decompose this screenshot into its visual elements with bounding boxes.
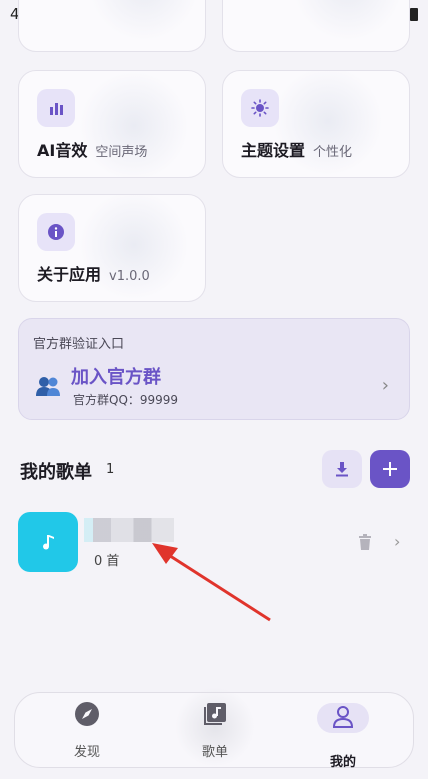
join-group-link[interactable]: 加入官方群 xyxy=(71,363,161,389)
playlist-name-redacted xyxy=(84,518,174,542)
tile-title-text: 关于应用 xyxy=(37,265,102,284)
bar-chart-icon xyxy=(37,89,75,127)
sun-icon xyxy=(241,89,279,127)
official-group-card[interactable]: 官方群验证入口 加入官方群 官方群QQ：99999 › xyxy=(18,318,410,420)
playlists-section-title: 我的歌单 xyxy=(20,462,92,483)
music-note-icon xyxy=(43,535,54,550)
card-decoration xyxy=(293,0,403,41)
tile-title-text: 主题设置 xyxy=(241,141,306,160)
card-decoration xyxy=(89,0,199,41)
music-library-icon xyxy=(204,703,226,725)
chevron-right-icon: › xyxy=(381,375,389,396)
battery-icon xyxy=(410,8,418,21)
partial-card-left[interactable] xyxy=(18,0,206,52)
nav-tab-playlists[interactable]: 歌单 xyxy=(165,693,265,769)
tile-subtitle: 个性化 xyxy=(313,145,353,160)
group-card-title: 官方群验证入口 xyxy=(33,337,125,352)
compass-icon xyxy=(75,702,99,726)
delete-playlist-button[interactable] xyxy=(358,534,372,554)
tile-title: 主题设置 个性化 xyxy=(241,137,352,161)
download-button[interactable] xyxy=(322,450,362,488)
tile-title-text: AI音效 xyxy=(37,141,88,160)
playlists-count: 1 xyxy=(106,462,115,477)
download-icon xyxy=(336,462,348,477)
tile-ai-sound[interactable]: AI音效 空间声场 xyxy=(18,70,206,178)
partial-card-right[interactable] xyxy=(222,0,410,52)
group-icon xyxy=(35,375,61,401)
plus-icon xyxy=(383,462,397,476)
card-decoration xyxy=(79,71,189,177)
tile-about-app[interactable]: 关于应用 v1.0.0 xyxy=(18,194,206,302)
info-icon xyxy=(37,213,75,251)
annotation-arrow xyxy=(152,543,271,622)
trash-icon xyxy=(359,534,371,550)
nav-label: 发现 xyxy=(73,745,100,760)
nav-label: 我的 xyxy=(329,755,356,770)
tile-theme-settings[interactable]: 主题设置 个性化 xyxy=(222,70,410,178)
add-playlist-button[interactable] xyxy=(370,450,410,488)
chevron-right-icon: › xyxy=(394,532,401,551)
tile-subtitle: 空间声场 xyxy=(95,145,148,160)
playlist-cover xyxy=(18,512,78,572)
bottom-navigation: 发现 歌单 我的 xyxy=(14,687,414,770)
playlist-song-count: 0 首 xyxy=(94,554,120,569)
tile-subtitle: v1.0.0 xyxy=(109,269,150,284)
nav-tab-mine[interactable]: 我的 xyxy=(293,693,393,770)
person-icon xyxy=(332,706,354,728)
nav-tab-discover[interactable]: 发现 xyxy=(37,693,137,769)
nav-label: 歌单 xyxy=(201,745,228,760)
group-qq-number: 官方群QQ：99999 xyxy=(73,393,179,407)
tile-title: AI音效 空间声场 xyxy=(37,137,147,161)
tile-title: 关于应用 v1.0.0 xyxy=(37,261,150,285)
